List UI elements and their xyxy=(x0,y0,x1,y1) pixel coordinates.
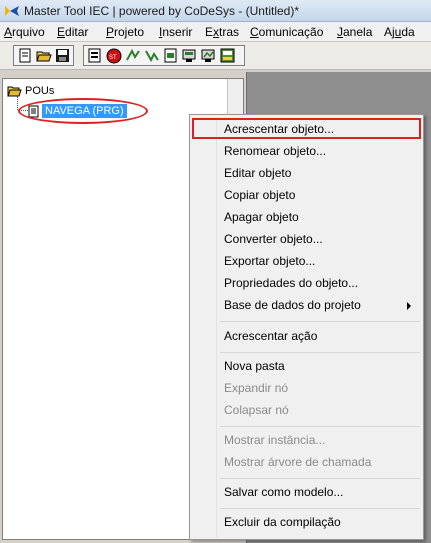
file-toolbar-group xyxy=(13,45,74,66)
menu-item-excluir-compilacao[interactable]: Excluir da compilação xyxy=(224,515,341,529)
menu-editar[interactable]: Editar xyxy=(57,25,88,39)
menu-arquivo[interactable]: Arquivo xyxy=(4,25,45,39)
menu-item-nova-pasta[interactable]: Nova pasta xyxy=(224,359,285,373)
submenu-arrow-icon xyxy=(407,302,411,310)
new-icon[interactable] xyxy=(16,47,33,64)
tree-connector xyxy=(17,96,18,110)
menu-item-renomear-objeto[interactable]: Renomear objeto... xyxy=(224,144,326,158)
annotation-ellipse xyxy=(18,98,148,124)
menu-icon-gutter xyxy=(216,117,217,537)
menu-item-editar-objeto[interactable]: Editar objeto xyxy=(224,166,291,180)
logout-icon[interactable] xyxy=(143,47,160,64)
menu-item-mostrar-arvore[interactable]: Mostrar árvore de chamada xyxy=(224,455,371,469)
menu-janela[interactable]: Janela xyxy=(337,25,372,39)
menu-item-colapsar-no[interactable]: Colapsar nó xyxy=(224,403,289,417)
svg-text:ST: ST xyxy=(109,55,117,61)
menu-inserir[interactable]: Inserir xyxy=(159,25,192,39)
build-icon[interactable] xyxy=(86,47,103,64)
login-icon[interactable] xyxy=(124,47,141,64)
menu-separator xyxy=(220,508,420,509)
menu-item-copiar-objeto[interactable]: Copiar objeto xyxy=(224,188,295,202)
menu-separator xyxy=(220,478,420,479)
menu-extras[interactable]: Extras xyxy=(205,25,239,39)
menu-item-expandir-no[interactable]: Expandir nó xyxy=(224,381,288,395)
menu-item-propriedades-objeto[interactable]: Propriedades do objeto... xyxy=(224,276,358,290)
context-menu: Acrescentar objeto... Renomear objeto...… xyxy=(189,114,424,540)
folder-open-icon xyxy=(7,86,22,97)
menu-ajuda[interactable]: Ajuda xyxy=(384,25,415,39)
save-icon[interactable] xyxy=(54,47,71,64)
build-toolbar-group: ST xyxy=(83,45,245,66)
menu-separator xyxy=(220,426,420,427)
master-tool-app-icon xyxy=(5,6,19,16)
menu-item-base-de-dados[interactable]: Base de dados do projeto xyxy=(224,298,361,312)
menu-item-exportar-objeto[interactable]: Exportar objeto... xyxy=(224,254,315,268)
menu-item-acrescentar-objeto[interactable]: Acrescentar objeto... xyxy=(224,122,334,136)
tree-node-pous[interactable]: POUs xyxy=(7,85,54,97)
download-icon[interactable] xyxy=(162,47,179,64)
menu-item-acrescentar-acao[interactable]: Acrescentar ação xyxy=(224,329,317,343)
menu-bar: Arquivo Editar Projeto Inserir Extras Co… xyxy=(0,22,431,42)
menu-item-salvar-modelo[interactable]: Salvar como modelo... xyxy=(224,485,343,499)
menu-item-apagar-objeto[interactable]: Apagar objeto xyxy=(224,210,299,224)
upload-icon[interactable] xyxy=(181,47,198,64)
menu-comunicacao[interactable]: Comunicação xyxy=(250,25,323,39)
online-icon[interactable] xyxy=(200,47,217,64)
stop-icon[interactable]: ST xyxy=(105,47,122,64)
menu-item-mostrar-instancia[interactable]: Mostrar instância... xyxy=(224,433,325,447)
open-icon[interactable] xyxy=(35,47,52,64)
menu-item-converter-objeto[interactable]: Converter objeto... xyxy=(224,232,323,246)
menu-projeto[interactable]: Projeto xyxy=(106,25,144,39)
menu-separator xyxy=(220,352,420,353)
tree-node-label: POUs xyxy=(25,85,55,97)
toolbar: ST xyxy=(0,42,431,70)
menu-separator xyxy=(220,321,420,322)
window-title: Master Tool IEC | powered by CoDeSys - (… xyxy=(24,4,299,18)
title-bar: Master Tool IEC | powered by CoDeSys - (… xyxy=(0,0,431,22)
cross-reference-icon[interactable] xyxy=(219,47,236,64)
